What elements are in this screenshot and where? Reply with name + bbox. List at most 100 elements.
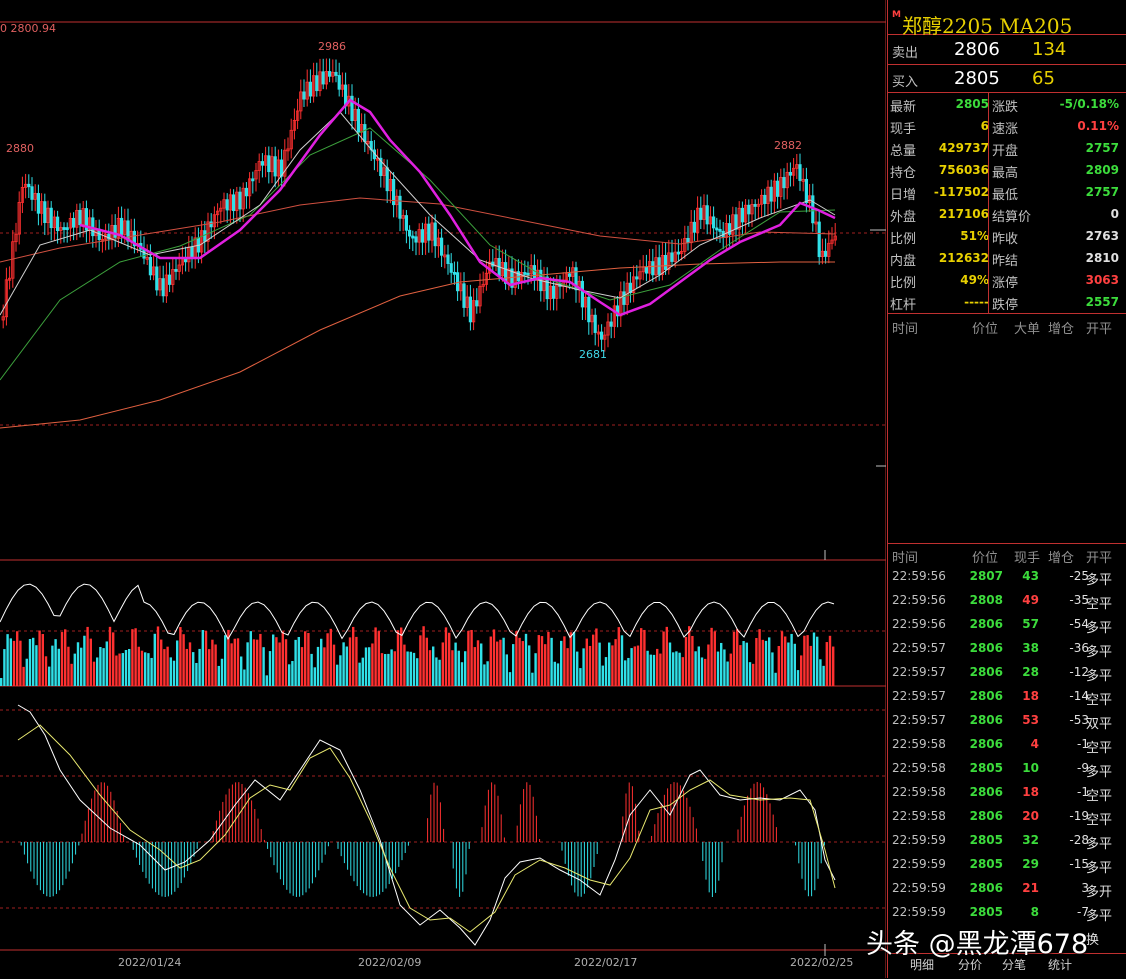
volume-bar: [758, 629, 761, 686]
moving-averages: [0, 98, 836, 429]
tick-type: 多平: [1086, 909, 1113, 924]
tick-row[interactable]: 22:59:57 2806 28 -12 多平: [888, 661, 1126, 685]
candle-body: [161, 278, 165, 297]
contract-title[interactable]: 郑醇2205 MA205: [902, 10, 1072, 39]
tick-price: 2806: [969, 617, 1003, 631]
tick-row[interactable]: 22:59:59 2805 32 -28 多平: [888, 829, 1126, 853]
volume-bar: [118, 653, 121, 686]
tick-row[interactable]: 22:59:59 2806 21 3 多开: [888, 877, 1126, 901]
candle-body: [753, 204, 757, 207]
high-right-label: 2882: [774, 139, 802, 152]
tick-price: 2806: [969, 737, 1003, 751]
tick-row[interactable]: 22:59:57 2806 38 -36 多平: [888, 637, 1126, 661]
volume-bar: [9, 638, 12, 686]
candle-body: [302, 91, 306, 100]
volume-bar: [83, 635, 86, 686]
candle-body: [420, 229, 425, 243]
bid-volume: 65: [1032, 68, 1055, 89]
volume-bar: [355, 636, 358, 686]
kline-chart-area[interactable]: 0 2800.94 2880 2986 2681 2882 2022/01/24…: [0, 0, 886, 978]
volume-bar: [636, 645, 640, 686]
stat-row: 比例 51% 昨收 2763: [888, 226, 1126, 248]
tick-volume: 10: [1022, 761, 1039, 775]
volume-bar: [204, 630, 208, 686]
volume-bar: [32, 637, 35, 686]
volume-bar: [652, 654, 656, 686]
candle-body: [273, 156, 277, 177]
volume-bar: [806, 635, 809, 686]
candle-body: [308, 81, 313, 97]
tick-row[interactable]: 22:59:58 2805 10 -9 多平: [888, 757, 1126, 781]
stat-label: 开盘: [992, 144, 1019, 159]
volume-bar: [419, 635, 422, 686]
candle-body: [718, 228, 722, 232]
volume-bar: [425, 637, 428, 686]
candle-body: [113, 224, 117, 238]
candle-body: [526, 272, 530, 276]
volume-bars: [0, 626, 835, 686]
candle-body: [600, 331, 604, 340]
volume-bar: [57, 648, 60, 686]
volume-bar: [492, 629, 496, 686]
volume-bar: [534, 653, 537, 686]
volume-bar: [460, 662, 464, 686]
volume-bar: [105, 641, 108, 686]
volume-bar: [0, 678, 3, 686]
bid-row[interactable]: 买入 2805 65: [888, 65, 1126, 93]
volume-bar: [620, 635, 624, 686]
volume-bar: [476, 640, 480, 686]
volume-bar: [716, 651, 720, 686]
x-axis-label-0: 2022/01/24: [118, 956, 182, 969]
volume-bar: [368, 647, 371, 686]
tick-row[interactable]: 22:59:57 2806 53 -53 双平: [888, 709, 1126, 733]
volume-bar: [281, 631, 284, 686]
ask-volume: 134: [1032, 39, 1067, 60]
volume-bar: [585, 638, 588, 686]
volume-bar: [748, 662, 752, 686]
ask-row[interactable]: 卖出 2806 134: [888, 36, 1126, 64]
candle-body: [411, 235, 415, 239]
tick-price: 2806: [969, 665, 1003, 679]
candle-body: [244, 187, 248, 197]
tick-row[interactable]: 22:59:56 2808 49 -35 空平: [888, 589, 1126, 613]
candle-body: [404, 215, 409, 231]
volume-bar: [467, 630, 470, 686]
volume-bar: [588, 645, 592, 686]
tick-row[interactable]: 22:59:58 2806 18 -1 空平: [888, 781, 1126, 805]
volume-bar: [681, 657, 684, 686]
volume-bar: [60, 632, 64, 686]
volume-bar: [185, 648, 188, 686]
tick-type: 空平: [1086, 741, 1113, 756]
volume-bar: [284, 639, 288, 686]
tick-row[interactable]: 22:59:56 2806 57 -54 多平: [888, 613, 1126, 637]
tick-type: 多平: [1086, 837, 1113, 852]
volume-bar: [745, 642, 748, 686]
candle-body: [676, 251, 681, 255]
tick-volume: 8: [1030, 905, 1039, 919]
candle-body: [72, 217, 76, 228]
volume-bar: [755, 638, 758, 686]
volume-bar: [192, 652, 195, 686]
tick-row[interactable]: 22:59:56 2807 43 -25 多平: [888, 565, 1126, 589]
tick-time: 22:59:56: [892, 569, 946, 583]
watermark: 头条 @黑龙潭678: [866, 929, 1089, 960]
candle-body: [49, 207, 53, 229]
tick-row[interactable]: 22:59:57 2806 18 -14 空平: [888, 685, 1126, 709]
contract-title-row: M 郑醇2205 MA205: [888, 4, 1126, 38]
tick-time: 22:59:59: [892, 833, 946, 847]
tick-type: 多平: [1086, 669, 1113, 684]
volume-bar: [825, 642, 828, 686]
stat-label: 涨停: [992, 276, 1019, 291]
volume-bar: [38, 630, 41, 686]
kline-chart[interactable]: [0, 0, 886, 978]
volume-bar: [633, 646, 636, 686]
tick-row[interactable]: 22:59:58 2806 20 -19 空平: [888, 805, 1126, 829]
tick-row[interactable]: 22:59:59 2805 29 -15 多平: [888, 853, 1126, 877]
volume-bar: [371, 643, 374, 686]
volume-bar: [406, 651, 409, 686]
volume-bar: [457, 650, 460, 686]
volume-bar: [393, 651, 396, 686]
volume-bar: [662, 631, 665, 686]
tick-row[interactable]: 22:59:58 2806 4 -1 空平: [888, 733, 1126, 757]
volume-bar: [246, 642, 249, 686]
